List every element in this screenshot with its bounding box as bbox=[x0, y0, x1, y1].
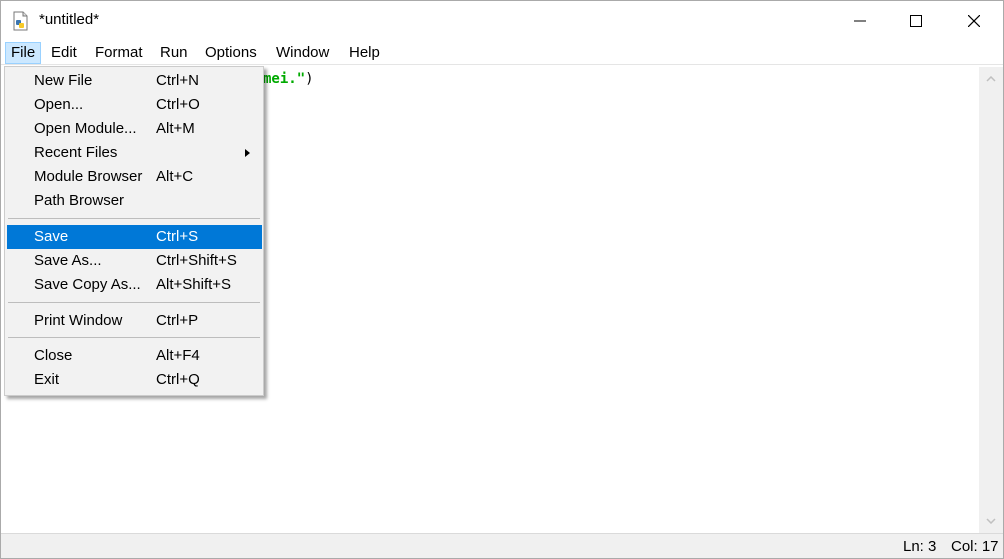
vertical-scrollbar[interactable] bbox=[979, 67, 1003, 533]
menu-item-shortcut: Ctrl+Shift+S bbox=[156, 252, 237, 269]
menu-item-label: Save As... bbox=[34, 252, 102, 269]
menu-item-recent-files[interactable]: Recent Files bbox=[7, 141, 262, 165]
menu-item-label: Module Browser bbox=[34, 168, 143, 185]
menu-item-shortcut: Alt+F4 bbox=[156, 347, 200, 364]
maximize-icon bbox=[910, 15, 922, 27]
submenu-arrow-icon bbox=[245, 149, 250, 157]
chevron-down-icon bbox=[986, 518, 996, 524]
window-title: *untitled* bbox=[39, 11, 100, 28]
title-bar: *untitled* bbox=[1, 1, 1003, 41]
idle-editor-window: *untitled* File Edit Format Run Options … bbox=[0, 0, 1004, 559]
menu-item-label: Close bbox=[34, 347, 73, 364]
menu-edit[interactable]: Edit bbox=[46, 42, 82, 64]
menu-item-label: Open... bbox=[34, 96, 84, 113]
status-column-number: Col: 17 bbox=[951, 538, 999, 555]
menu-item-label: New File bbox=[34, 72, 93, 89]
menu-item-exit[interactable]: Exit Ctrl+Q bbox=[7, 368, 262, 392]
maximize-button[interactable] bbox=[887, 1, 945, 41]
menu-run[interactable]: Run bbox=[155, 42, 193, 64]
menu-item-shortcut: Ctrl+Q bbox=[156, 371, 200, 388]
menu-separator bbox=[8, 302, 260, 303]
menu-item-print-window[interactable]: Print Window Ctrl+P bbox=[7, 309, 262, 333]
menu-item-label: Exit bbox=[34, 371, 60, 388]
menu-item-module-browser[interactable]: Module Browser Alt+C bbox=[7, 165, 262, 189]
menu-item-save-copy-as[interactable]: Save Copy As... Alt+Shift+S bbox=[7, 273, 262, 297]
menu-help[interactable]: Help bbox=[344, 42, 385, 64]
status-line-number: Ln: 3 bbox=[903, 538, 937, 555]
code-closing-paren: ) bbox=[305, 71, 314, 87]
close-icon bbox=[968, 15, 980, 27]
menu-file[interactable]: File bbox=[5, 42, 42, 64]
menu-item-shortcut: Alt+M bbox=[156, 120, 195, 137]
menu-item-open-module[interactable]: Open Module... Alt+M bbox=[7, 117, 262, 141]
chevron-up-icon bbox=[986, 76, 996, 82]
menu-bar: File Edit Format Run Options Window Help bbox=[1, 41, 1003, 65]
menu-item-label: Path Browser bbox=[34, 192, 125, 209]
close-button[interactable] bbox=[945, 1, 1003, 41]
minimize-button[interactable] bbox=[831, 1, 889, 41]
menu-window[interactable]: Window bbox=[271, 42, 334, 64]
menu-options[interactable]: Options bbox=[200, 42, 262, 64]
menu-item-label: Recent Files bbox=[34, 144, 118, 161]
menu-item-save-as[interactable]: Save As... Ctrl+Shift+S bbox=[7, 249, 262, 273]
menu-item-shortcut: Ctrl+S bbox=[156, 228, 199, 245]
menu-separator bbox=[8, 337, 260, 338]
code-line-1: mei.") bbox=[263, 71, 314, 87]
menu-item-label: Save Copy As... bbox=[34, 276, 141, 293]
menu-item-shortcut: Ctrl+O bbox=[156, 96, 200, 113]
status-bar: Ln: 3 Col: 17 bbox=[1, 533, 1003, 558]
python-file-icon bbox=[13, 11, 28, 31]
menu-item-path-browser[interactable]: Path Browser bbox=[7, 189, 262, 213]
file-menu-dropdown: New File Ctrl+N Open... Ctrl+O Open Modu… bbox=[4, 66, 264, 396]
minimize-icon bbox=[854, 20, 866, 22]
menu-separator bbox=[8, 218, 260, 219]
menu-item-label: Print Window bbox=[34, 312, 123, 329]
scroll-down-button[interactable] bbox=[983, 513, 999, 529]
menu-format[interactable]: Format bbox=[90, 42, 148, 64]
menu-item-label: Open Module... bbox=[34, 120, 137, 137]
menu-item-close[interactable]: Close Alt+F4 bbox=[7, 344, 262, 368]
menu-item-shortcut: Alt+Shift+S bbox=[156, 276, 232, 293]
menu-item-shortcut: Alt+C bbox=[156, 168, 194, 185]
code-string-literal: mei." bbox=[263, 71, 306, 87]
menu-item-open[interactable]: Open... Ctrl+O bbox=[7, 93, 262, 117]
scroll-up-button[interactable] bbox=[983, 71, 999, 87]
menu-item-save[interactable]: Save Ctrl+S bbox=[7, 225, 262, 249]
menu-item-new-file[interactable]: New File Ctrl+N bbox=[7, 69, 262, 93]
menu-item-shortcut: Ctrl+N bbox=[156, 72, 199, 89]
menu-item-shortcut: Ctrl+P bbox=[156, 312, 199, 329]
menu-item-label: Save bbox=[34, 228, 69, 245]
